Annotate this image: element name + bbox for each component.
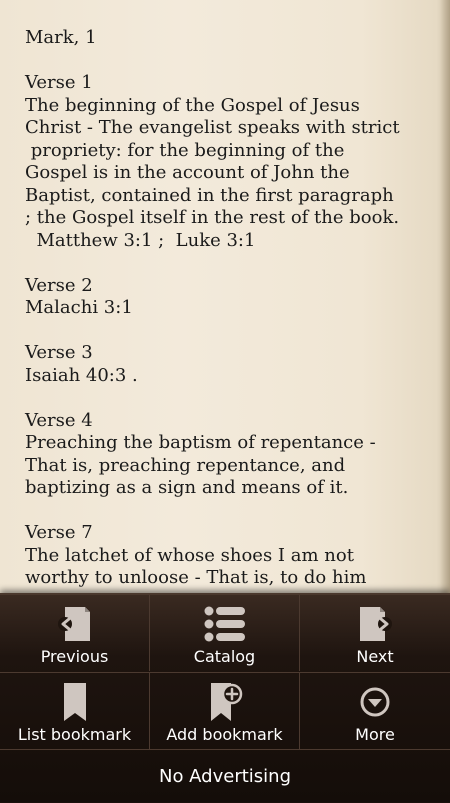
verse-heading: Verse 2: [25, 274, 93, 296]
add-bookmark-button[interactable]: Add bookmark: [150, 673, 300, 749]
add-bookmark-label: Add bookmark: [166, 725, 283, 744]
verse-line: Preaching the baptism of repentance -: [25, 432, 376, 453]
verse-block: Verse 1 The beginning of the Gospel of J…: [25, 72, 440, 252]
reading-page[interactable]: Mark, 1 Verse 1 The beginning of the Gos…: [0, 0, 450, 600]
previous-button[interactable]: Previous: [0, 595, 150, 671]
verse-line: ; the Gospel itself in the rest of the b…: [25, 207, 400, 228]
commentary-text: Mark, 1 Verse 1 The beginning of the Gos…: [25, 27, 440, 600]
more-label: More: [355, 725, 395, 744]
verse-line: Malachi 3:1: [25, 297, 133, 318]
verse-line: The latchet of whose shoes I am not: [25, 544, 354, 566]
verse-line: propriety: for the beginning of the: [25, 139, 345, 161]
verse-line: The beginning of the Gospel of Jesus: [25, 94, 360, 116]
verse-block: Verse 2 Malachi 3:1: [25, 275, 440, 320]
next-button[interactable]: Next: [300, 595, 450, 671]
previous-label: Previous: [40, 647, 109, 666]
chapter-title: Mark, 1: [25, 27, 97, 48]
verse-block: Verse 4 Preaching the baptism of repenta…: [25, 410, 440, 500]
verse-heading: Verse 4: [25, 409, 93, 431]
verse-line: worthy to unloose - That is, to do him: [25, 567, 367, 588]
next-label: Next: [356, 647, 394, 666]
verse-line: Christ - The evangelist speaks with stri…: [25, 117, 400, 138]
no-advertising-button[interactable]: No Advertising: [0, 749, 450, 803]
list-bookmark-label: List bookmark: [17, 725, 132, 744]
menu-row: Previous Catalog Next: [0, 595, 450, 671]
more-button[interactable]: More: [300, 673, 450, 749]
bookmark-icon: [60, 681, 90, 723]
verse-line: Matthew 3:1 ; Luke 3:1: [25, 229, 256, 251]
verse-line: That is, preaching repentance, and: [25, 454, 346, 476]
verse-block: Verse 3 Isaiah 40:3 .: [25, 342, 440, 387]
no-advertising-label: No Advertising: [158, 766, 292, 787]
catalog-button[interactable]: Catalog: [150, 595, 300, 671]
verse-heading: Verse 3: [25, 342, 93, 363]
menu-row: List bookmark Add bookmark More: [0, 672, 450, 749]
verse-line: Baptist, contained in the first paragrap…: [25, 184, 394, 206]
verse-heading: Verse 1: [25, 72, 93, 93]
verse-heading: Verse 7: [25, 522, 93, 543]
bookmark-add-icon: [205, 681, 245, 723]
list-bookmark-button[interactable]: List bookmark: [0, 673, 150, 749]
verse-line: Isaiah 40:3 .: [25, 364, 138, 386]
verse-block: Verse 7 The latchet of whose shoes I am …: [25, 522, 440, 590]
chevron-down-circle-icon: [359, 681, 391, 723]
catalog-label: Catalog: [193, 647, 256, 666]
list-icon: [203, 603, 247, 645]
page-next-icon: [354, 603, 396, 645]
verse-line: Gospel is in the account of John the: [25, 162, 350, 183]
options-menu: Previous Catalog Next List bookmark Add …: [0, 593, 450, 802]
page-previous-icon: [54, 603, 96, 645]
verse-line: baptizing as a sign and means of it.: [25, 477, 349, 498]
